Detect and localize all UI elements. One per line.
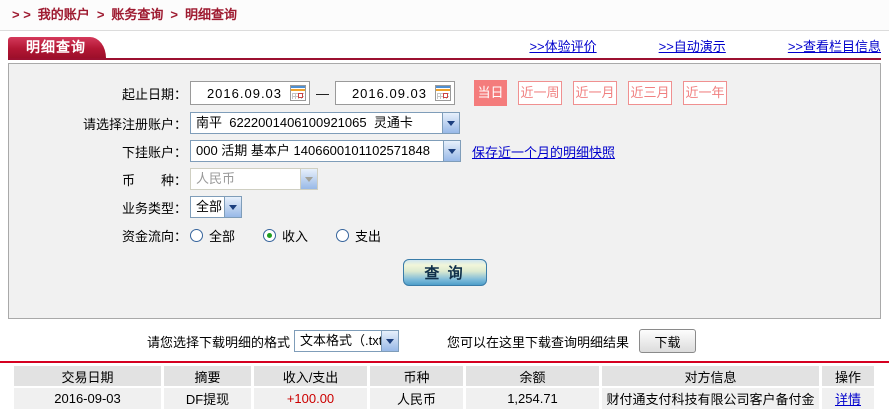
tab-title: 明细查询 xyxy=(26,39,86,55)
download-format-label: 请您选择下载明细的格式 xyxy=(147,332,290,351)
sub-account-row: 下挂账户： 000 活期 基本户 1406600101102571848 保存近… xyxy=(9,140,880,162)
register-account-label: 请选择注册账户： xyxy=(9,114,187,133)
date-range-row: 起止日期： 2016.09.03 — 2016.09.03 当日 近一周 近一月… xyxy=(9,80,880,106)
sub-account-select[interactable]: 000 活期 基本户 1406600101102571848 xyxy=(190,140,461,162)
cell-transaction-date: 2016-09-03 xyxy=(14,388,161,409)
date-separator: — xyxy=(316,86,329,101)
register-account-value: 南平 6222001406100921065 灵通卡 xyxy=(191,113,442,133)
query-form-panel: 起止日期： 2016.09.03 — 2016.09.03 当日 近一周 近一月… xyxy=(8,63,881,319)
cell-balance: 1,254.71 xyxy=(466,388,599,409)
table-top-divider xyxy=(0,361,889,363)
chevron-down-icon xyxy=(300,169,317,189)
col-header-counterparty: 对方信息 xyxy=(602,366,819,386)
sub-account-label: 下挂账户： xyxy=(9,142,187,161)
detail-link[interactable]: 详情 xyxy=(835,392,861,407)
register-account-row: 请选择注册账户： 南平 6222001406100921065 灵通卡 xyxy=(9,112,880,134)
chevron-down-icon xyxy=(381,331,398,351)
sub-account-value: 000 活期 基本户 1406600101102571848 xyxy=(191,141,443,161)
query-button[interactable]: 查 询 xyxy=(403,259,487,286)
start-date-input[interactable]: 2016.09.03 xyxy=(190,81,310,105)
cell-summary: DF提现 xyxy=(164,388,251,409)
last-month-button[interactable]: 近一月 xyxy=(573,81,617,105)
save-snapshot-link[interactable]: 保存近一个月的明细快照 xyxy=(472,142,615,161)
currency-value: 人民币 xyxy=(191,169,300,189)
fund-flow-radio-income[interactable] xyxy=(263,229,276,242)
breadcrumb: > > 我的账户 > 账务查询 > 明细查询 xyxy=(0,0,889,31)
col-header-action: 操作 xyxy=(822,366,874,386)
last-year-button[interactable]: 近一年 xyxy=(683,81,727,105)
breadcrumb-separator: > xyxy=(97,7,105,22)
business-type-value: 全部 xyxy=(191,197,224,217)
breadcrumb-separator: > xyxy=(170,7,178,22)
end-date-input[interactable]: 2016.09.03 xyxy=(335,81,455,105)
date-range-label: 起止日期： xyxy=(9,84,187,103)
start-date-calendar-icon[interactable] xyxy=(290,85,306,101)
download-button[interactable]: 下载 xyxy=(639,329,696,353)
cell-income-expense: +100.00 xyxy=(254,388,367,409)
results-table: 交易日期 摘要 收入/支出 币种 余额 对方信息 操作 2016-09-03 D… xyxy=(11,364,877,411)
link-auto-demo[interactable]: >>自动演示 xyxy=(659,36,726,55)
col-header-summary: 摘要 xyxy=(164,366,251,386)
fund-flow-option-all-label: 全部 xyxy=(209,226,235,245)
table-row: 2016-09-03 DF提现 +100.00 人民币 1,254.71 财付通… xyxy=(14,388,874,409)
last-week-button[interactable]: 近一周 xyxy=(518,81,562,105)
currency-label: 币 种： xyxy=(9,170,187,189)
calendar-dot xyxy=(298,93,303,98)
chevron-down-icon xyxy=(224,197,241,217)
currency-row: 币 种： 人民币 xyxy=(9,168,880,190)
breadcrumb-item-account-query[interactable]: 账务查询 xyxy=(111,7,163,22)
end-date-value: 2016.09.03 xyxy=(344,86,435,101)
table-header-row: 交易日期 摘要 收入/支出 币种 余额 对方信息 操作 xyxy=(14,366,874,386)
link-view-column-info[interactable]: >>查看栏目信息 xyxy=(788,36,881,55)
col-header-currency: 币种 xyxy=(370,366,463,386)
start-date-value: 2016.09.03 xyxy=(199,86,290,101)
fund-flow-radio-expense[interactable] xyxy=(336,229,349,242)
tab-detail-query[interactable]: 明细查询 xyxy=(8,37,106,58)
download-row: 请您选择下载明细的格式 文本格式（.txt） 您可以在这里下载查询明细结果 下载 xyxy=(147,328,889,354)
today-button[interactable]: 当日 xyxy=(474,80,507,106)
fund-flow-radio-all[interactable] xyxy=(190,229,203,242)
fund-flow-option-income-label: 收入 xyxy=(282,226,308,245)
register-account-select[interactable]: 南平 6222001406100921065 灵通卡 xyxy=(190,112,460,134)
fund-flow-row: 资金流向： 全部 收入 支出 xyxy=(9,224,880,246)
col-header-balance: 余额 xyxy=(466,366,599,386)
download-hint: 您可以在这里下载查询明细结果 xyxy=(447,332,629,351)
last-quarter-button[interactable]: 近三月 xyxy=(628,81,672,105)
tab-underline xyxy=(8,58,881,60)
cell-counterparty: 财付通支付科技有限公司客户备付金 xyxy=(602,388,819,409)
fund-flow-label: 资金流向： xyxy=(9,226,187,245)
fund-flow-option-expense-label: 支出 xyxy=(355,226,381,245)
link-experience-rating[interactable]: >>体验评价 xyxy=(529,36,596,55)
currency-select: 人民币 xyxy=(190,168,318,190)
tab-bar: 明细查询 >>体验评价 >>自动演示 >>查看栏目信息 xyxy=(8,37,881,58)
breadcrumb-prefix: > > xyxy=(12,7,31,22)
chevron-down-icon xyxy=(442,113,459,133)
fund-flow-radio-group: 全部 收入 支出 xyxy=(190,226,409,245)
end-date-calendar-icon[interactable] xyxy=(435,85,451,101)
calendar-dot xyxy=(443,93,448,98)
chevron-down-icon xyxy=(443,141,460,161)
business-type-select[interactable]: 全部 xyxy=(190,196,242,218)
business-type-label: 业务类型： xyxy=(9,198,187,217)
breadcrumb-item-my-account[interactable]: 我的账户 xyxy=(38,7,90,22)
header-links: >>体验评价 >>自动演示 >>查看栏目信息 xyxy=(529,36,881,58)
cell-currency: 人民币 xyxy=(370,388,463,409)
business-type-row: 业务类型： 全部 xyxy=(9,196,880,218)
col-header-income-expense: 收入/支出 xyxy=(254,366,367,386)
download-format-value: 文本格式（.txt） xyxy=(295,331,381,351)
breadcrumb-item-detail-query[interactable]: 明细查询 xyxy=(185,7,237,22)
download-format-select[interactable]: 文本格式（.txt） xyxy=(294,330,399,352)
col-header-transaction-date: 交易日期 xyxy=(14,366,161,386)
